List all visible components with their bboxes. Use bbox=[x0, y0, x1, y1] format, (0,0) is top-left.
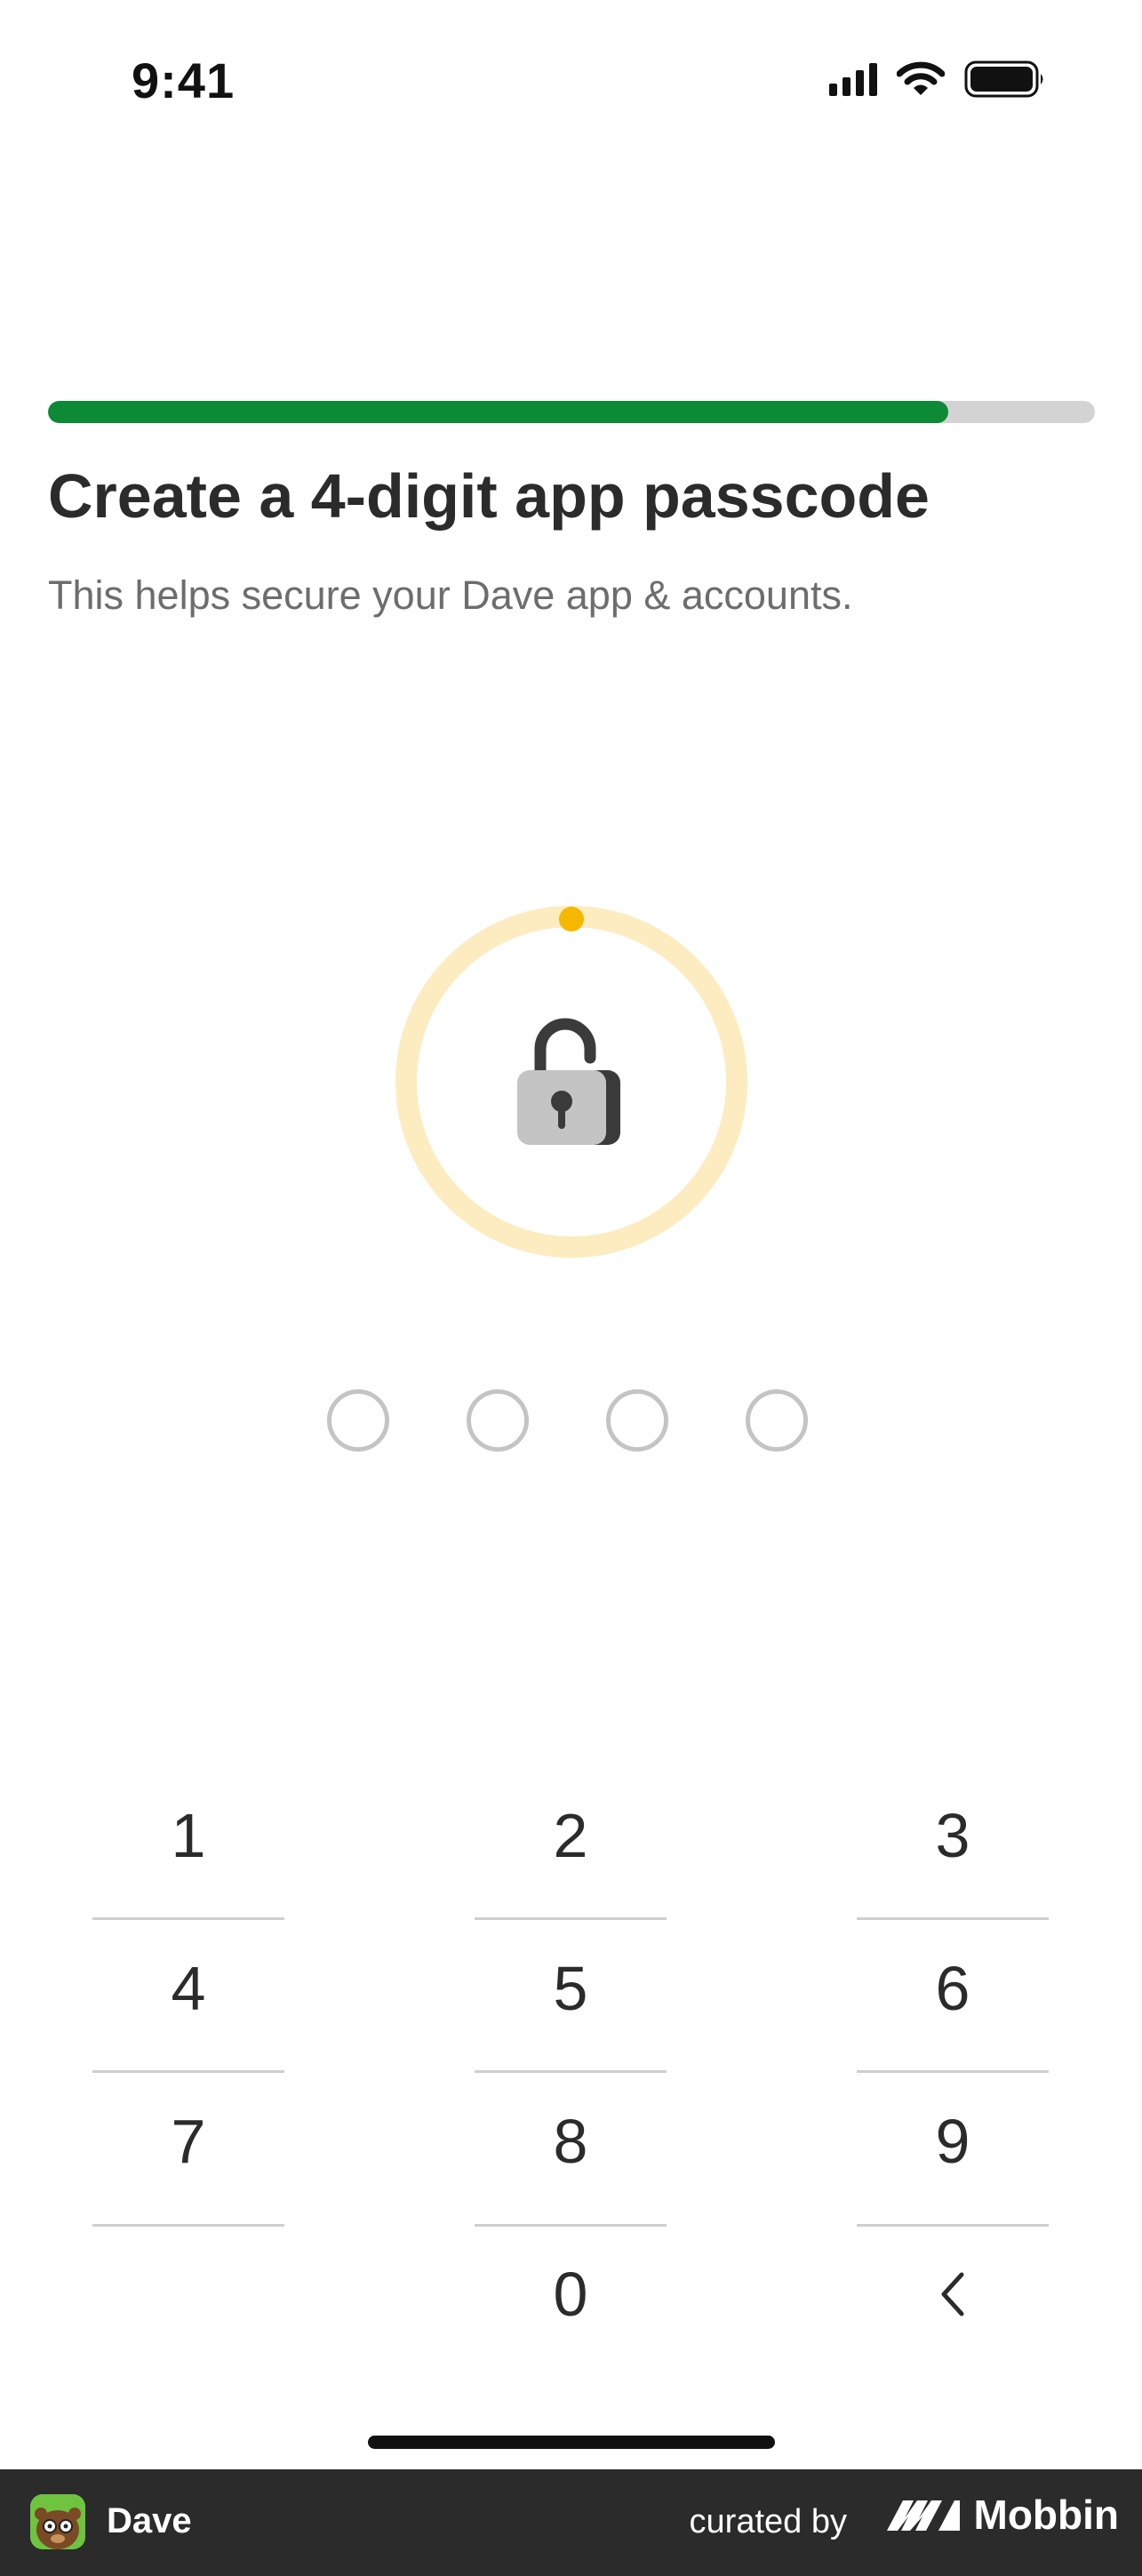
key-4[interactable]: 4 bbox=[92, 1913, 284, 2064]
wifi-icon bbox=[897, 61, 945, 95]
lock-ring-indicator bbox=[559, 907, 584, 932]
key-1[interactable]: 1 bbox=[92, 1760, 284, 1911]
status-icons bbox=[829, 60, 1046, 98]
key-7[interactable]: 7 bbox=[92, 2066, 284, 2217]
status-bar: 9:41 bbox=[0, 0, 1142, 160]
chevron-left-icon bbox=[941, 2272, 964, 2316]
passcode-dot bbox=[606, 1389, 668, 1452]
curated-by-label: curated by bbox=[689, 2503, 847, 2540]
key-8[interactable]: 8 bbox=[475, 2066, 667, 2217]
backspace-button[interactable] bbox=[857, 2219, 1049, 2370]
page-title: Create a 4-digit app passcode bbox=[48, 461, 930, 531]
onboarding-progress-fill bbox=[48, 401, 949, 423]
passcode-dot bbox=[467, 1389, 529, 1452]
mobbin-brand-name: Mobbin bbox=[973, 2492, 1120, 2538]
mobbin-logo-icon bbox=[886, 2500, 960, 2531]
page-subtitle: This helps secure your Dave app & accoun… bbox=[48, 572, 853, 618]
passcode-dot bbox=[746, 1389, 808, 1452]
home-indicator bbox=[368, 2436, 775, 2449]
passcode-dot bbox=[327, 1389, 389, 1452]
battery-icon bbox=[964, 60, 1043, 98]
key-2[interactable]: 2 bbox=[475, 1760, 667, 1911]
footer-app-name: Dave bbox=[107, 2501, 192, 2540]
cellular-signal-icon bbox=[829, 62, 877, 96]
status-time: 9:41 bbox=[132, 52, 236, 108]
unlocked-padlock-icon bbox=[517, 1018, 620, 1145]
key-5[interactable]: 5 bbox=[475, 1913, 667, 2064]
key-9[interactable]: 9 bbox=[857, 2066, 1049, 2217]
keypad-divider bbox=[92, 2224, 284, 2227]
dave-app-icon bbox=[30, 2494, 85, 2549]
key-0[interactable]: 0 bbox=[475, 2219, 667, 2370]
mobbin-footer: Dave curated by Mobbin bbox=[0, 2469, 1142, 2576]
mobbin-brand: Mobbin bbox=[883, 2491, 1120, 2539]
key-3[interactable]: 3 bbox=[857, 1760, 1049, 1911]
key-6[interactable]: 6 bbox=[857, 1913, 1049, 2064]
onboarding-progress-bar bbox=[48, 401, 1095, 423]
